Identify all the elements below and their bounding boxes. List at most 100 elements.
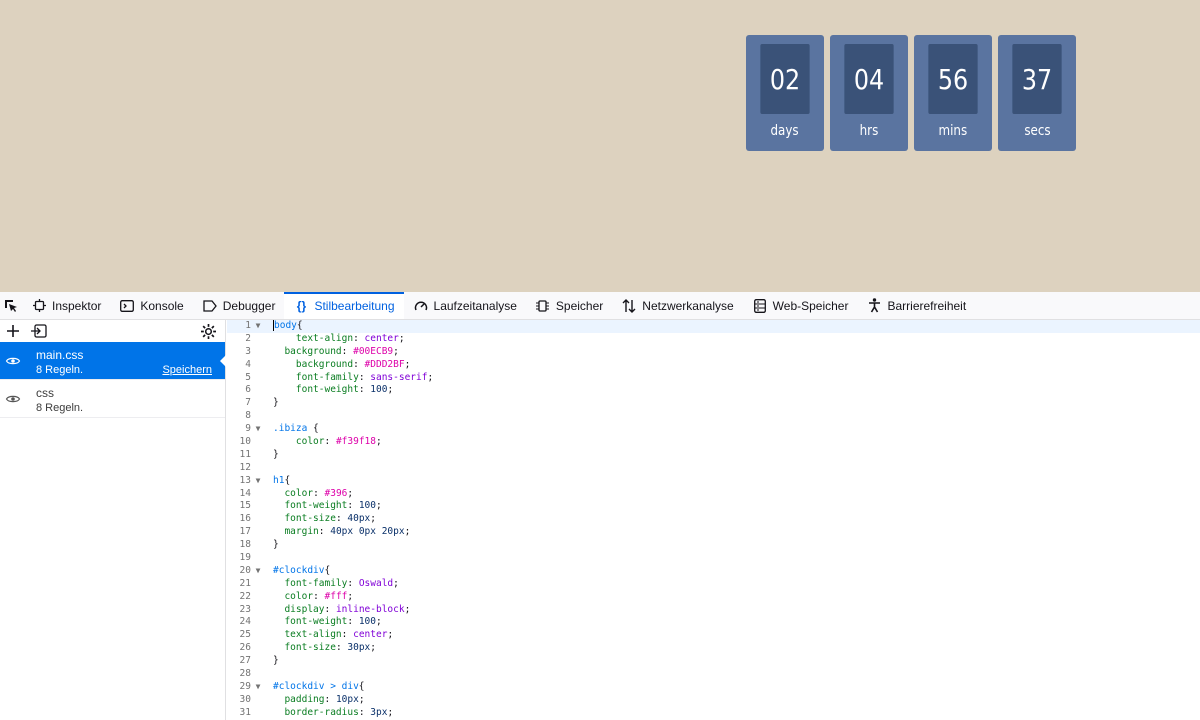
code-line[interactable]: 25 text-align: center; [227,629,1200,642]
fold-gutter [251,384,265,397]
code-line[interactable]: 16 font-size: 40px; [227,513,1200,526]
code-line[interactable]: 11} [227,449,1200,462]
line-number: 18 [239,539,251,551]
code-line[interactable]: 6 font-weight: 100; [227,384,1200,397]
code-line[interactable]: 7} [227,397,1200,410]
code-text[interactable]: color: #fff; [265,591,353,604]
code-text[interactable]: color: #396; [265,488,353,501]
memory-icon [536,299,550,313]
code-text[interactable]: background: #00ECB9; [265,346,398,359]
code-text[interactable]: body{ [265,320,303,333]
eye-icon[interactable] [5,391,21,407]
console-icon [120,299,135,313]
fold-arrow-icon[interactable]: ▼ [251,320,265,333]
fold-arrow-icon[interactable]: ▼ [251,565,265,578]
code-line[interactable]: 21 font-family: Oswald; [227,578,1200,591]
code-line[interactable]: 31 border-radius: 3px; [227,707,1200,720]
tab-network[interactable]: Netzwerkanalyse [612,292,742,319]
line-number: 29 [239,680,251,692]
code-line[interactable]: 12 [227,462,1200,475]
tab-accessibility[interactable]: Barrierefreiheit [857,292,975,319]
tab-memory[interactable]: Speicher [526,292,612,319]
code-line[interactable]: 23 display: inline-block; [227,604,1200,617]
code-text[interactable]: } [265,655,279,668]
line-number: 12 [239,461,251,473]
code-text[interactable]: font-weight: 100; [265,500,381,513]
code-text[interactable]: .ibiza { [265,423,319,436]
eye-icon[interactable] [5,353,21,369]
code-text[interactable]: font-family: sans-serif; [265,372,433,385]
code-line[interactable]: 17 margin: 40px 0px 20px; [227,526,1200,539]
code-line[interactable]: 9 ▼ .ibiza { [227,423,1200,436]
code-text[interactable]: text-align: center; [265,333,405,346]
code-line[interactable]: 1 ▼ body{ [227,320,1200,333]
code-line[interactable]: 10 color: #f39f18; [227,436,1200,449]
code-line[interactable]: 27} [227,655,1200,668]
code-line[interactable]: 5 font-family: sans-serif; [227,372,1200,385]
code-line[interactable]: 4 background: #DDD2BF; [227,359,1200,372]
save-link[interactable]: Speichern [162,364,212,376]
code-line[interactable]: 26 font-size: 30px; [227,642,1200,655]
code-text[interactable]: #clockdiv{ [265,565,330,578]
tab-style-editor[interactable]: {} Stilbearbeitung [284,292,404,319]
code-text[interactable]: font-weight: 100; [265,384,393,397]
code-line[interactable]: 29 ▼ #clockdiv > div{ [227,681,1200,694]
code-text[interactable]: font-size: 40px; [265,513,376,526]
stylesheet-item-css[interactable]: css 8 Regeln. [0,380,225,418]
tab-inspector[interactable]: Inspektor [22,292,110,319]
code-text[interactable] [265,410,273,423]
code-text[interactable]: font-weight: 100; [265,616,381,629]
code-line[interactable]: 22 color: #fff; [227,591,1200,604]
code-line[interactable]: 19 [227,552,1200,565]
stylesheet-rule-count: 8 Regeln. [36,364,84,376]
stylesheet-item-main[interactable]: main.css 8 Regeln. Speichern [0,342,226,380]
code-text[interactable] [265,552,273,565]
code-text[interactable]: margin: 40px 0px 20px; [265,526,410,539]
code-text[interactable]: padding: 10px; [265,694,364,707]
code-line[interactable]: 13 ▼ h1{ [227,475,1200,488]
code-line[interactable]: 14 color: #396; [227,488,1200,501]
code-editor[interactable]: 1 ▼ body{2 text-align: center; 3 background… [227,320,1200,720]
fold-arrow-icon[interactable]: ▼ [251,475,265,488]
code-line[interactable]: 15 font-weight: 100; [227,500,1200,513]
accessibility-icon [867,298,881,313]
code-line[interactable]: 28 [227,668,1200,681]
code-line[interactable]: 20 ▼ #clockdiv{ [227,565,1200,578]
code-text[interactable]: } [265,539,279,552]
stylesheet-rule-count: 8 Regeln. [36,402,84,414]
code-line[interactable]: 30 padding: 10px; [227,694,1200,707]
tab-debugger[interactable]: Debugger [193,292,285,319]
code-text[interactable] [265,668,273,681]
code-text[interactable]: #clockdiv > div{ [265,681,365,694]
code-text[interactable] [265,462,273,475]
code-text[interactable]: font-size: 30px; [265,642,376,655]
code-text[interactable]: } [265,449,279,462]
code-line[interactable]: 18} [227,539,1200,552]
code-line[interactable]: 24 font-weight: 100; [227,616,1200,629]
fold-arrow-icon[interactable]: ▼ [251,681,265,694]
tab-performance[interactable]: Laufzeitanalyse [404,292,526,319]
tab-label: Barrierefreiheit [887,298,967,313]
line-number: 22 [239,590,251,602]
code-line[interactable]: 2 text-align: center; [227,333,1200,346]
code-text[interactable]: display: inline-block; [265,604,410,617]
code-text[interactable]: font-family: Oswald; [265,578,398,591]
gear-icon[interactable] [199,322,217,340]
fold-gutter [251,668,265,681]
element-picker-icon[interactable] [0,292,22,319]
code-text[interactable]: background: #DDD2BF; [265,359,410,372]
fold-arrow-icon[interactable]: ▼ [251,423,265,436]
code-text[interactable]: border-radius: 3px; [265,707,393,720]
code-text[interactable]: h1{ [265,475,290,488]
code-text[interactable]: color: #f39f18; [265,436,382,449]
code-text[interactable]: } [265,397,279,410]
code-line[interactable]: 3 background: #00ECB9; [227,346,1200,359]
code-text[interactable]: text-align: center; [265,629,393,642]
import-stylesheet-icon[interactable] [30,322,48,340]
add-stylesheet-icon[interactable] [4,322,22,340]
fold-gutter [251,578,265,591]
tab-storage[interactable]: Web-Speicher [743,292,858,319]
fold-gutter [251,552,265,565]
code-line[interactable]: 8 [227,410,1200,423]
tab-console[interactable]: Konsole [110,292,192,319]
